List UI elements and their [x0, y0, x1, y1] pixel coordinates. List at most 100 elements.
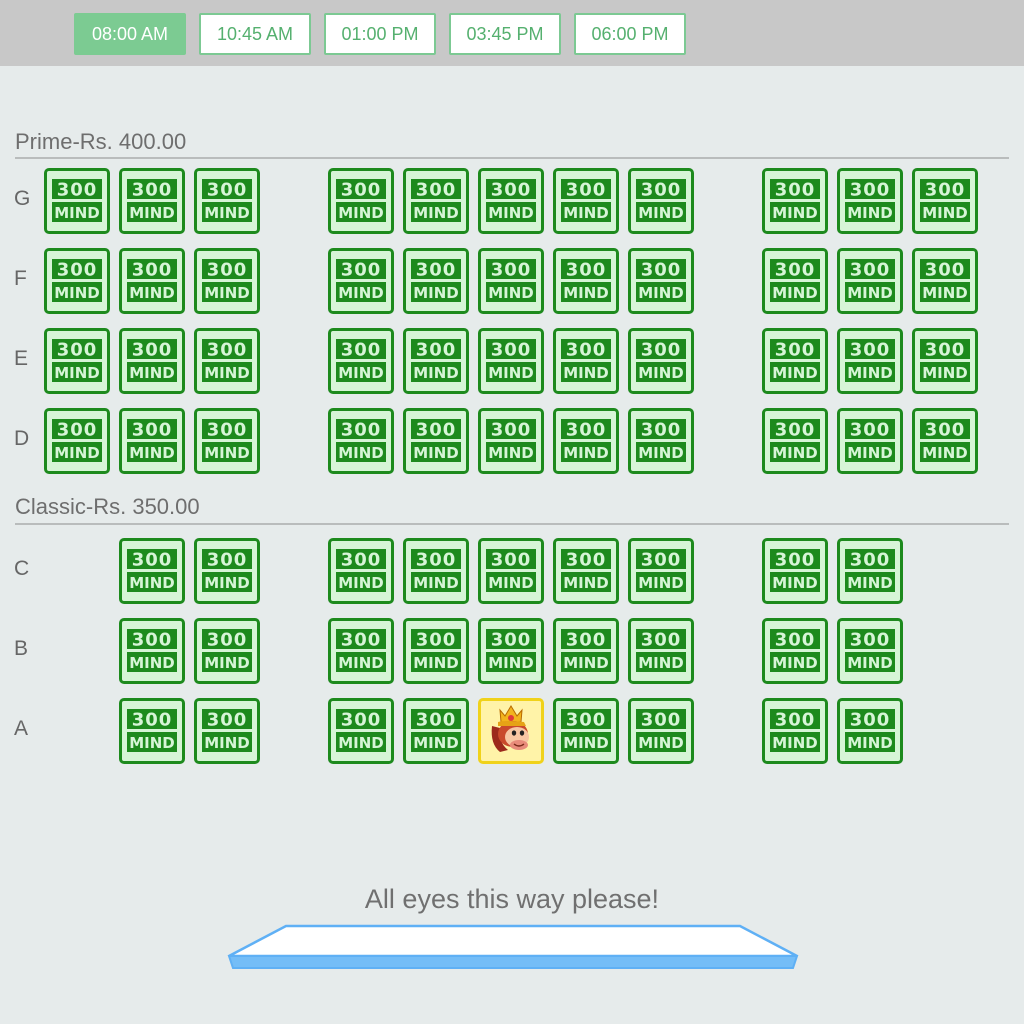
svg-text:MIND: MIND — [54, 364, 100, 382]
seat-a-2[interactable]: 300 MIND — [194, 698, 260, 764]
seat-e-10[interactable]: 300 MIND — [837, 328, 903, 394]
seat-f-10[interactable]: 300 MIND — [837, 248, 903, 314]
seat-c-1[interactable]: 300 MIND — [119, 538, 185, 604]
seat-g-8[interactable]: 300 MIND — [628, 168, 694, 234]
seat-e-7[interactable]: 300 MIND — [553, 328, 619, 394]
seat-b-3[interactable]: 300 MIND — [328, 618, 394, 684]
svg-text:MIND: MIND — [204, 284, 250, 302]
showtime-button-1045[interactable]: 10:45 AM — [199, 13, 311, 55]
seat-b-1[interactable]: 300 MIND — [119, 618, 185, 684]
svg-text:MIND: MIND — [204, 444, 250, 462]
seat-a-3[interactable]: 300 MIND — [328, 698, 394, 764]
seat-f-7[interactable]: 300 MIND — [553, 248, 619, 314]
seat-g-3[interactable]: 300 MIND — [194, 168, 260, 234]
seat-e-9[interactable]: 300 MIND — [762, 328, 828, 394]
seat-e-4[interactable]: 300 MIND — [328, 328, 394, 394]
seat-c-7[interactable]: 300 MIND — [628, 538, 694, 604]
showtime-button-0600[interactable]: 06:00 PM — [574, 13, 686, 55]
seat-f-4[interactable]: 300 MIND — [328, 248, 394, 314]
seat-d-10[interactable]: 300 MIND — [837, 408, 903, 474]
seat-e-8[interactable]: 300 MIND — [628, 328, 694, 394]
seat-g-9[interactable]: 300 MIND — [762, 168, 828, 234]
svg-text:MIND: MIND — [772, 204, 818, 222]
seat-f-8[interactable]: 300 MIND — [628, 248, 694, 314]
seat-e-6[interactable]: 300 MIND — [478, 328, 544, 394]
seat-logo-icon: 300 MIND — [845, 709, 895, 752]
seat-b-7[interactable]: 300 MIND — [628, 618, 694, 684]
svg-text:MIND: MIND — [638, 204, 684, 222]
seat-e-2[interactable]: 300 MIND — [119, 328, 185, 394]
svg-text:MIND: MIND — [563, 364, 609, 382]
seat-a-4[interactable]: 300 MIND — [403, 698, 469, 764]
seat-e-5[interactable]: 300 MIND — [403, 328, 469, 394]
svg-text:300: 300 — [57, 340, 98, 361]
seat-a-9[interactable]: 300 MIND — [837, 698, 903, 764]
svg-text:MIND: MIND — [488, 654, 534, 672]
showtime-button-0345[interactable]: 03:45 PM — [449, 13, 561, 55]
seat-logo-icon: 300 MIND — [411, 179, 461, 222]
seat-e-11[interactable]: 300 MIND — [912, 328, 978, 394]
seat-d-1[interactable]: 300 MIND — [44, 408, 110, 474]
seat-d-8[interactable]: 300 MIND — [628, 408, 694, 474]
seat-c-4[interactable]: 300 MIND — [403, 538, 469, 604]
seat-d-2[interactable]: 300 MIND — [119, 408, 185, 474]
seat-a-6[interactable]: 300 MIND — [553, 698, 619, 764]
seat-c-2[interactable]: 300 MIND — [194, 538, 260, 604]
seat-logo-icon: 300 MIND — [561, 259, 611, 302]
seat-d-7[interactable]: 300 MIND — [553, 408, 619, 474]
seat-g-11[interactable]: 300 MIND — [912, 168, 978, 234]
seat-d-9[interactable]: 300 MIND — [762, 408, 828, 474]
seat-logo-icon: 300 MIND — [561, 549, 611, 592]
seat-b-8[interactable]: 300 MIND — [762, 618, 828, 684]
seat-g-6[interactable]: 300 MIND — [478, 168, 544, 234]
seat-g-4[interactable]: 300 MIND — [328, 168, 394, 234]
seat-e-3[interactable]: 300 MIND — [194, 328, 260, 394]
showtime-button-0100[interactable]: 01:00 PM — [324, 13, 436, 55]
svg-text:MIND: MIND — [772, 574, 818, 592]
seat-logo-icon: 300 MIND — [770, 419, 820, 462]
seat-d-6[interactable]: 300 MIND — [478, 408, 544, 474]
svg-text:300: 300 — [341, 420, 382, 441]
seat-c-9[interactable]: 300 MIND — [837, 538, 903, 604]
seat-c-5[interactable]: 300 MIND — [478, 538, 544, 604]
svg-text:MIND: MIND — [563, 734, 609, 752]
seat-d-3[interactable]: 300 MIND — [194, 408, 260, 474]
seat-a-1[interactable]: 300 MIND — [119, 698, 185, 764]
seat-g-5[interactable]: 300 MIND — [403, 168, 469, 234]
seat-c-6[interactable]: 300 MIND — [553, 538, 619, 604]
seat-f-6[interactable]: 300 MIND — [478, 248, 544, 314]
seat-b-9[interactable]: 300 MIND — [837, 618, 903, 684]
seat-f-5[interactable]: 300 MIND — [403, 248, 469, 314]
seat-c-8[interactable]: 300 MIND — [762, 538, 828, 604]
seat-c-3[interactable]: 300 MIND — [328, 538, 394, 604]
seat-a-7[interactable]: 300 MIND — [628, 698, 694, 764]
seat-logo-icon: 300 MIND — [561, 179, 611, 222]
showtime-button-0800[interactable]: 08:00 AM — [74, 13, 186, 55]
seat-logo-icon: 300 MIND — [486, 339, 536, 382]
seat-d-4[interactable]: 300 MIND — [328, 408, 394, 474]
seat-b-5[interactable]: 300 MIND — [478, 618, 544, 684]
seat-d-5[interactable]: 300 MIND — [403, 408, 469, 474]
svg-text:MIND: MIND — [129, 284, 175, 302]
seat-d-11[interactable]: 300 MIND — [912, 408, 978, 474]
seat-b-2[interactable]: 300 MIND — [194, 618, 260, 684]
svg-text:MIND: MIND — [338, 284, 384, 302]
seat-b-4[interactable]: 300 MIND — [403, 618, 469, 684]
seat-logo-icon: 300 MIND — [845, 339, 895, 382]
seat-f-3[interactable]: 300 MIND — [194, 248, 260, 314]
seat-g-2[interactable]: 300 MIND — [119, 168, 185, 234]
seat-f-2[interactable]: 300 MIND — [119, 248, 185, 314]
row-label-f: F — [14, 267, 27, 290]
seat-a-8[interactable]: 300 MIND — [762, 698, 828, 764]
seat-g-10[interactable]: 300 MIND — [837, 168, 903, 234]
seat-selected[interactable] — [478, 698, 544, 764]
seat-e-1[interactable]: 300 MIND — [44, 328, 110, 394]
seat-f-1[interactable]: 300 MIND — [44, 248, 110, 314]
seat-f-11[interactable]: 300 MIND — [912, 248, 978, 314]
seat-g-1[interactable]: 300 MIND — [44, 168, 110, 234]
seat-b-6[interactable]: 300 MIND — [553, 618, 619, 684]
seat-f-9[interactable]: 300 MIND — [762, 248, 828, 314]
svg-text:MIND: MIND — [129, 444, 175, 462]
seat-g-7[interactable]: 300 MIND — [553, 168, 619, 234]
svg-text:MIND: MIND — [413, 364, 459, 382]
